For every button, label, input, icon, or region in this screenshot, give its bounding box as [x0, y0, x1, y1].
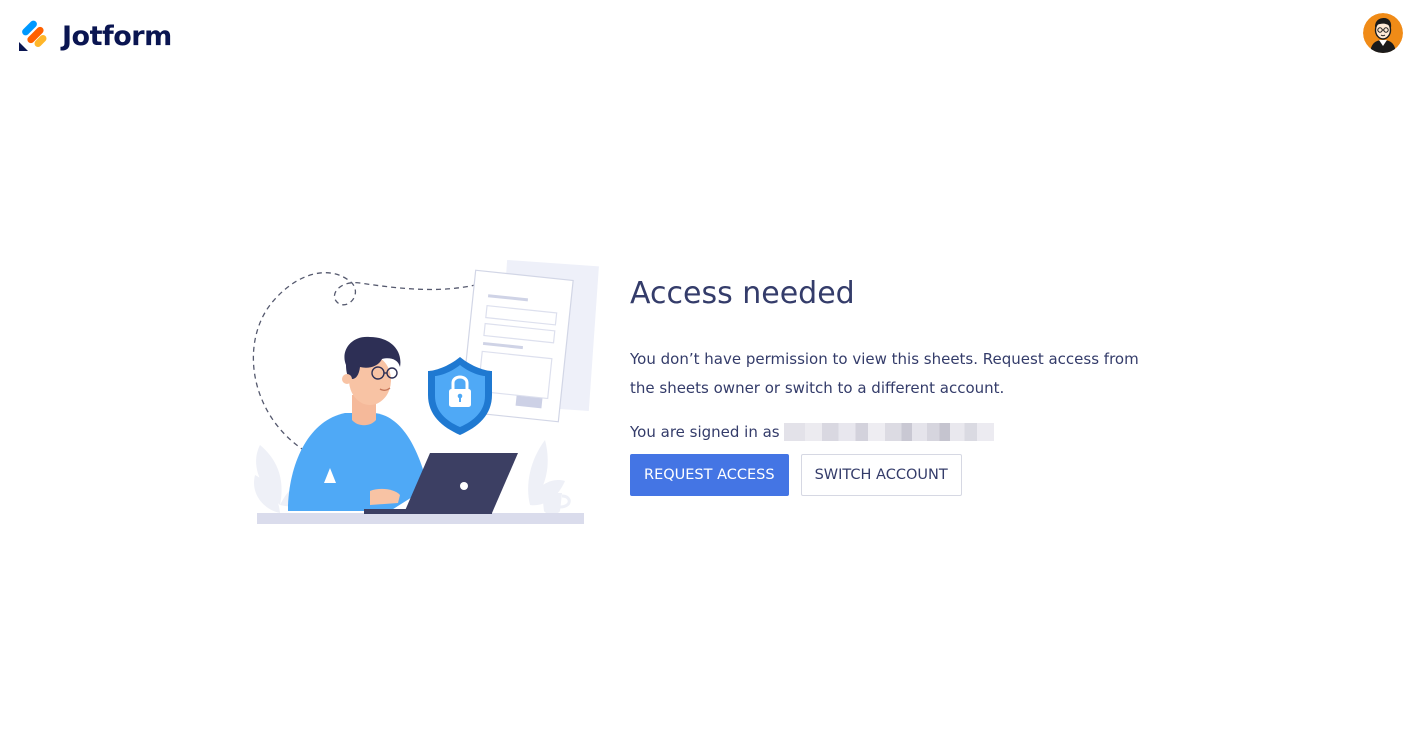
access-needed-panel: Access needed You don’t have permission …: [630, 270, 1170, 496]
user-avatar[interactable]: [1363, 13, 1403, 53]
action-buttons: REQUEST ACCESS SWITCH ACCOUNT: [630, 454, 1170, 496]
signed-in-row: You are signed in as: [630, 420, 1170, 444]
permission-message: You don’t have permission to view this s…: [630, 350, 1139, 397]
jotform-logo-icon: [19, 20, 47, 51]
signed-in-label: You are signed in as: [630, 423, 780, 441]
jotform-logo[interactable]: Jotform: [18, 18, 172, 54]
redacted-account-email: [783, 423, 994, 441]
page-title: Access needed: [630, 276, 855, 311]
request-access-button[interactable]: REQUEST ACCESS: [630, 454, 789, 496]
brand-name: Jotform: [62, 20, 172, 52]
top-header: Jotform: [0, 0, 1415, 72]
person-laptop-shield-lock-illustration: [252, 259, 599, 524]
access-illustration: [240, 255, 600, 535]
switch-account-button[interactable]: SWITCH ACCOUNT: [800, 454, 962, 496]
user-avatar-icon: [1363, 13, 1403, 53]
